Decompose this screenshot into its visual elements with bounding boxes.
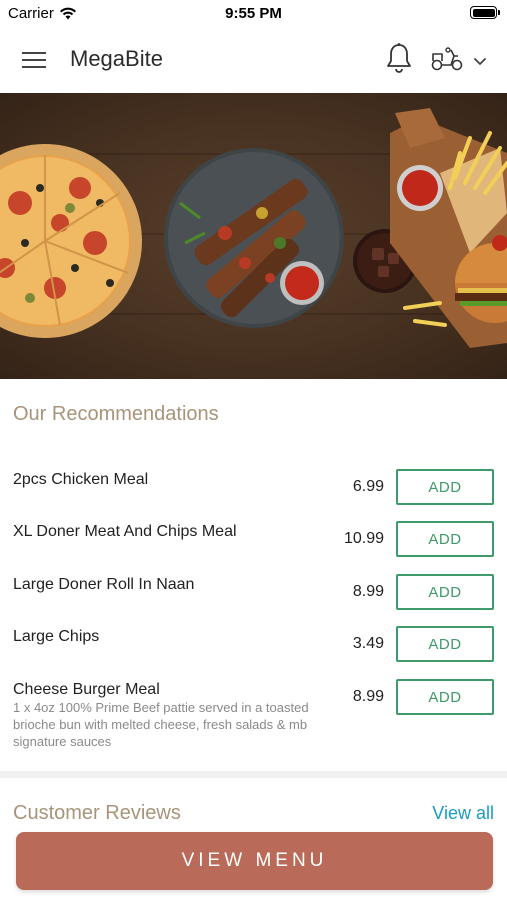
status-time: 9:55 PM: [225, 5, 282, 22]
section-divider: [0, 771, 507, 778]
item-name: Large Doner Roll In Naan: [13, 576, 195, 593]
item-name: Cheese Burger Meal: [13, 681, 160, 698]
recommendations-title: Our Recommendations: [13, 403, 219, 425]
item-name: 2pcs Chicken Meal: [13, 471, 149, 488]
chevron-down-icon[interactable]: [472, 55, 488, 67]
item-price: 8.99: [352, 583, 384, 600]
item-price: 8.99: [352, 688, 384, 705]
menu-icon[interactable]: [22, 49, 48, 69]
item-price: 3.49: [352, 635, 384, 652]
item-name: XL Doner Meat And Chips Meal: [13, 523, 237, 540]
hero-illustration: [0, 93, 507, 379]
skewers-plate-image: [164, 148, 344, 328]
item-name: Large Chips: [13, 628, 100, 645]
hero-food-image: [0, 93, 507, 379]
item-price: 10.99: [343, 530, 384, 547]
app-title: MegaBite: [70, 46, 163, 71]
item-price: 6.99: [352, 478, 384, 495]
item-description: 1 x 4oz 100% Prime Beef pattie served in…: [13, 700, 309, 749]
bell-icon[interactable]: [385, 42, 413, 74]
view-menu-button[interactable]: VIEW MENU: [16, 832, 493, 890]
battery-icon: [470, 6, 500, 19]
add-button[interactable]: ADD: [396, 574, 494, 610]
scooter-icon[interactable]: [430, 46, 464, 72]
view-all-link[interactable]: View all: [432, 803, 494, 824]
status-bar: Carrier 9:55 PM: [0, 0, 507, 28]
add-button[interactable]: ADD: [396, 679, 494, 715]
app-header: MegaBite: [0, 28, 507, 92]
add-button[interactable]: ADD: [396, 626, 494, 662]
add-button[interactable]: ADD: [396, 469, 494, 505]
reviews-title: Customer Reviews: [13, 802, 181, 824]
add-button[interactable]: ADD: [396, 521, 494, 557]
